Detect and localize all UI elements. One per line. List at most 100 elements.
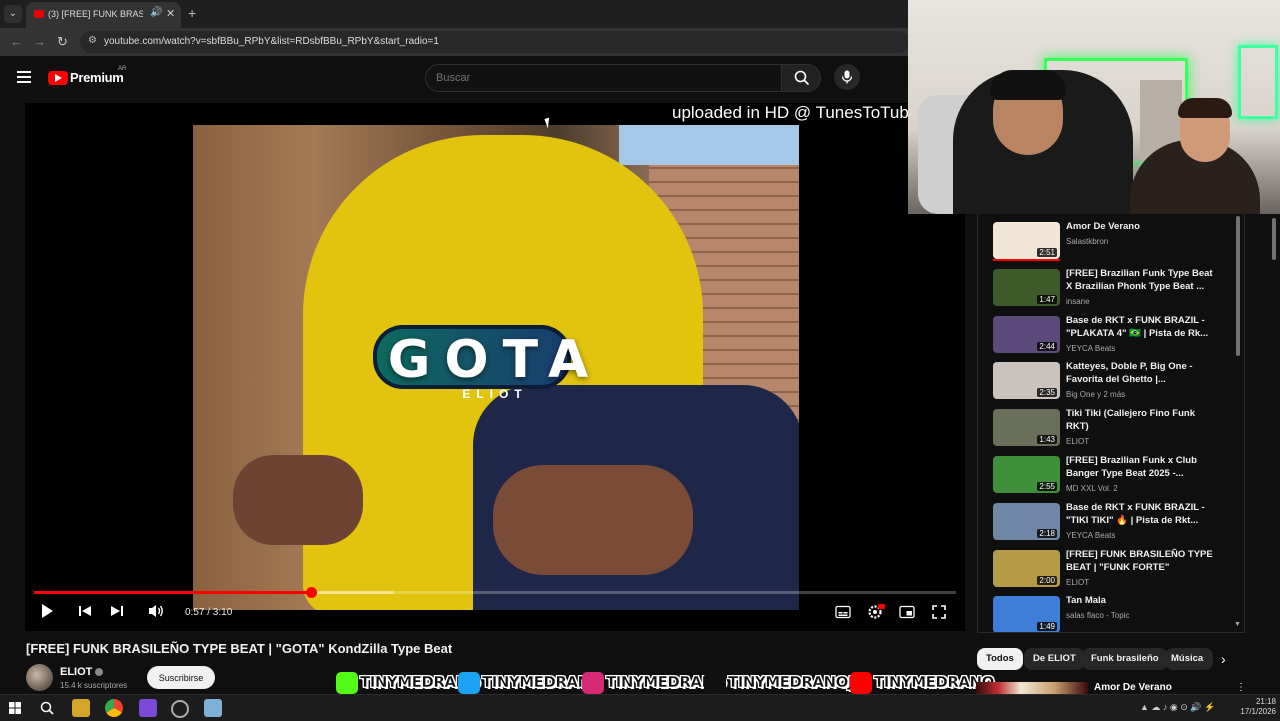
file-explorer-icon[interactable] [72, 699, 90, 717]
playlist-thumbnail[interactable]: 2:44 [993, 315, 1060, 353]
taskbar-search-icon[interactable] [38, 699, 56, 717]
playlist-item-title[interactable]: [FREE] FUNK BRASILEÑO TYPE BEAT | "FUNK … [1066, 548, 1214, 575]
duration-badge: 1:49 [1037, 622, 1057, 632]
video-player[interactable]: GOTA ELIOT uploaded in HD @ TunesToTub 0… [25, 103, 965, 631]
progress-bar[interactable] [34, 587, 956, 598]
time-display: 0:57 / 3:10 [185, 607, 233, 618]
playlist-item[interactable]: 2:51 Amor De Verano Salastkbron [978, 220, 1238, 267]
system-clock[interactable]: 21:18 17/1/2026 [1238, 697, 1276, 717]
chip-de-eliot[interactable]: De ELIOT [1024, 648, 1085, 670]
playlist-item[interactable]: 2:35 Katteyes, Doble P, Big One - Favorit… [978, 360, 1238, 407]
playlist-thumbnail[interactable]: 2:55 [993, 456, 1060, 493]
search-input[interactable] [434, 69, 768, 87]
site-info-icon[interactable]: ⚙ [88, 35, 97, 46]
close-tab-icon[interactable]: ✕ [166, 7, 175, 20]
duration-badge: 2:44 [1037, 341, 1057, 351]
page-scrollbar[interactable] [1270, 214, 1278, 274]
playlist-item[interactable]: 1:47 [FREE] Brazilian Funk Type Beat X Br… [978, 267, 1238, 314]
playlist-item-title[interactable]: Amor De Verano [1066, 220, 1214, 233]
playlist-thumbnail[interactable]: 1:47 [993, 268, 1060, 306]
more-options-icon[interactable]: ⋮ [1236, 682, 1246, 693]
back-icon[interactable]: ← [10, 34, 23, 49]
social-handle-label: TINYMEDRANOJR [728, 673, 865, 691]
subscriber-count: 15.4 k suscriptores [60, 681, 128, 690]
playlist-thumbnail[interactable]: 2:18 [993, 502, 1060, 540]
playlist-thumbnail[interactable]: 2:00 [993, 549, 1060, 587]
tiktok-icon [704, 672, 726, 694]
playlist-item-title[interactable]: Tan Mala [1066, 594, 1214, 607]
next-button[interactable] [110, 603, 124, 623]
search-button[interactable] [781, 64, 821, 92]
fullscreen-button[interactable] [932, 603, 946, 623]
playlist-item[interactable]: 2:55 [FREE] Brazilian Funk x Club Banger … [978, 454, 1238, 501]
previous-button[interactable] [78, 603, 92, 623]
windows-taskbar: ▲ ☁ ♪ ◉ ⊙ 🔊 ⚡ 21:18 17/1/2026 [0, 694, 1280, 721]
webcam-overlay [908, 0, 1280, 214]
channel-avatar[interactable] [26, 664, 53, 691]
verified-badge-icon [95, 668, 103, 676]
previous-icon [79, 606, 91, 616]
playlist-item[interactable]: 2:44 Base de RKT x FUNK BRAZIL - "PLAKATA… [978, 314, 1238, 361]
playlist-thumbnail[interactable]: 2:51 [993, 222, 1060, 259]
app-icon-purple[interactable] [139, 699, 157, 717]
tray-icons[interactable]: ▲ ☁ ♪ ◉ ⊙ 🔊 ⚡ [1140, 702, 1215, 713]
app-icon-round[interactable] [171, 700, 189, 718]
video-title: [FREE] FUNK BRASILEÑO TYPE BEAT | "GOTA"… [26, 641, 453, 656]
playlist-item[interactable]: 1:43 Tiki Tiki (Callejero Fino Funk RKT) E… [978, 407, 1238, 454]
start-icon[interactable] [6, 699, 24, 717]
chip-música[interactable]: Música [1165, 648, 1213, 670]
chrome-icon[interactable] [105, 699, 123, 717]
playlist-item-channel: YEYCA Beats [1066, 530, 1116, 540]
next-video-thumbnail[interactable] [976, 682, 1088, 694]
progress-knob[interactable] [305, 587, 317, 598]
subtitles-button[interactable] [835, 603, 851, 623]
youtube-icon [850, 672, 872, 694]
playlist-thumbnail[interactable]: 1:49 [993, 596, 1060, 632]
playlist-item-channel: ELIOT [1066, 577, 1090, 587]
volume-button[interactable] [148, 603, 165, 623]
playlist-item-title[interactable]: [FREE] Brazilian Funk x Club Banger Type… [1066, 454, 1214, 480]
menu-icon[interactable] [17, 71, 31, 83]
playlist-thumbnail[interactable]: 2:35 [993, 362, 1060, 400]
forward-icon[interactable]: → [33, 34, 46, 49]
search-icon [794, 70, 810, 86]
chevron-right-icon[interactable]: › [1221, 651, 1226, 667]
next-video-title[interactable]: Amor De Verano [1094, 682, 1172, 693]
new-tab-button[interactable]: + [188, 5, 196, 21]
voice-search-button[interactable] [834, 64, 860, 90]
playlist-scrollbar[interactable] [1236, 216, 1240, 356]
playlist-item-title[interactable]: [FREE] Brazilian Funk Type Beat X Brazil… [1066, 267, 1214, 293]
playlist-item-title[interactable]: Tiki Tiki (Callejero Fino Funk RKT) [1066, 407, 1214, 433]
video-art-title: GOTA [387, 330, 603, 390]
scroll-down-icon[interactable]: ▼ [1234, 621, 1241, 628]
search-box[interactable] [425, 64, 783, 92]
miniplayer-button[interactable] [899, 603, 915, 623]
playlist-item-title[interactable]: Katteyes, Doble P, Big One - Favorita de… [1066, 360, 1214, 386]
url-field[interactable]: ⚙ youtube.com/watch?v=sbfBBu_RPbY&list=R… [80, 31, 910, 53]
subscribe-button[interactable]: Suscribirse [147, 666, 215, 689]
reload-icon[interactable]: ↻ [57, 34, 68, 50]
playlist-item-title[interactable]: Base de RKT x FUNK BRAZIL - "PLAKATA 4" … [1066, 314, 1214, 340]
tab-search-menu[interactable]: ⌄ [4, 5, 22, 23]
channel-name[interactable]: ELIOT [60, 666, 92, 678]
playlist-item[interactable]: 2:00 [FREE] FUNK BRASILEÑO TYPE BEAT | "F… [978, 548, 1238, 595]
playlist-item-channel: YEYCA Beats [1066, 343, 1116, 353]
clock-time: 21:18 [1255, 697, 1276, 706]
chip-todos[interactable]: Todos [977, 648, 1023, 670]
duration-badge: 2:00 [1037, 575, 1057, 585]
subtitles-icon [835, 605, 851, 619]
page-scrollbar-thumb[interactable] [1272, 218, 1276, 260]
browser-tab[interactable]: (3) [FREE] FUNK BRASILEÑO TYPE BEAT | "G… [26, 2, 181, 28]
playlist-item[interactable]: 2:18 Base de RKT x FUNK BRAZIL - "TIKI TI… [978, 501, 1238, 548]
watched-progress-bar [993, 259, 1060, 261]
search-icon [40, 701, 54, 715]
settings-button[interactable] [867, 603, 885, 623]
play-icon [42, 604, 53, 618]
app-icon-blue[interactable] [204, 699, 222, 717]
play-button[interactable] [40, 603, 54, 623]
playlist-item-title[interactable]: Base de RKT x FUNK BRAZIL - "TIKI TIKI" … [1066, 501, 1214, 527]
speaker-icon[interactable]: 🔊 [150, 7, 162, 18]
playlist-thumbnail[interactable]: 1:43 [993, 409, 1060, 447]
playlist-item[interactable]: 1:49 Tan Mala salas flaco - Topic [978, 594, 1238, 632]
chip-funk-brasileño[interactable]: Funk brasileño [1082, 648, 1168, 670]
